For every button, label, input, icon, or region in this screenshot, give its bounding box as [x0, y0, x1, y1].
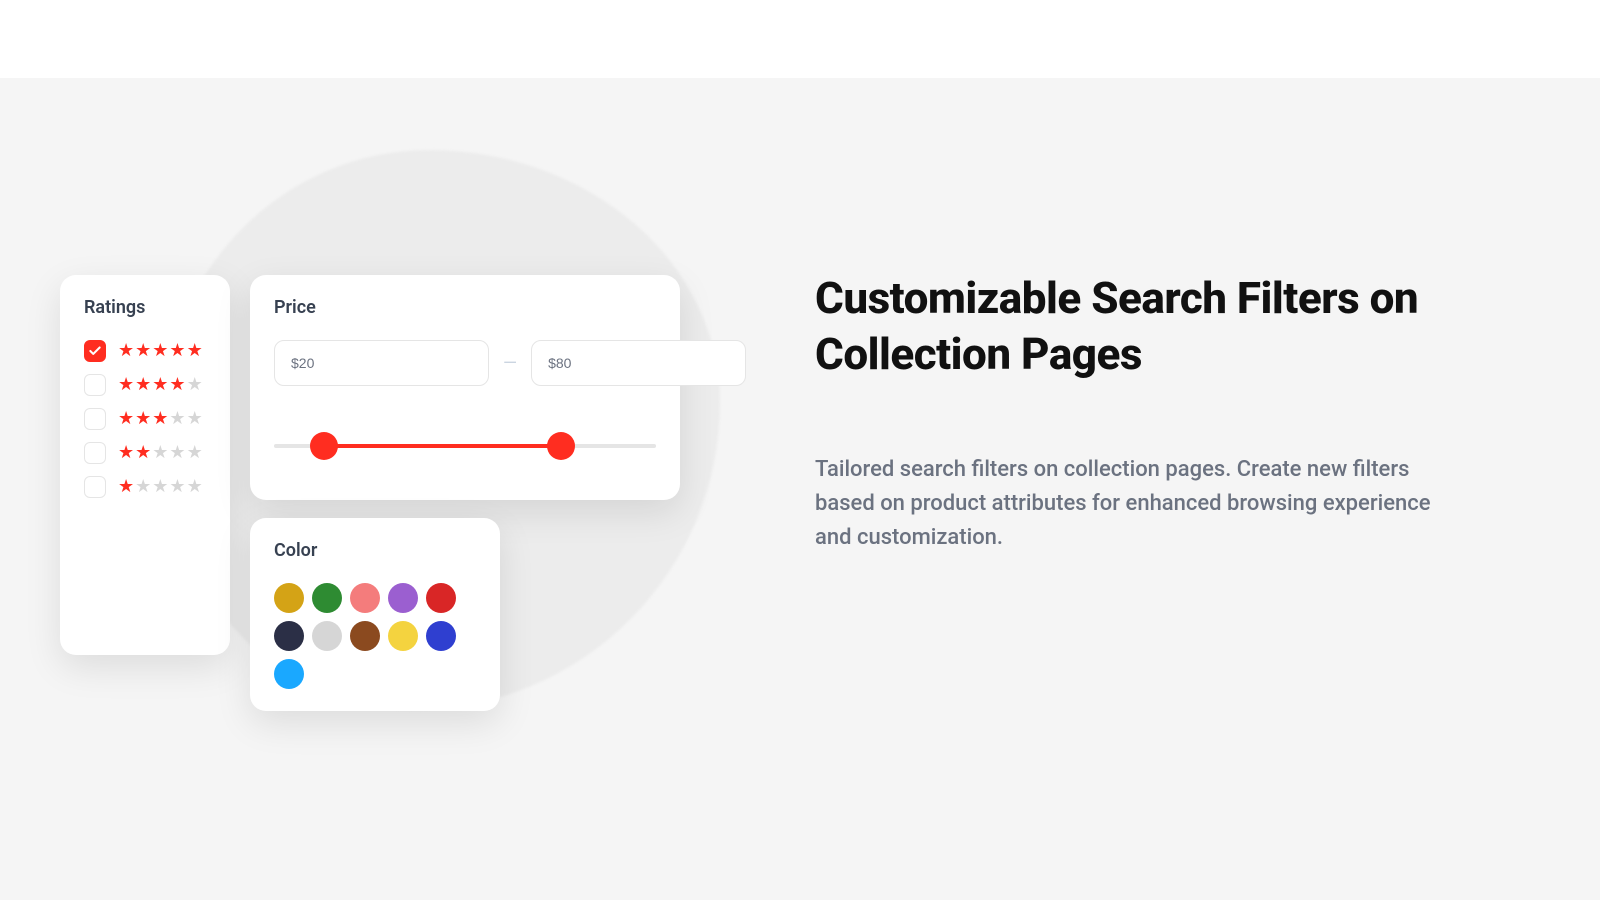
rating-stars: ★★★★★ [118, 376, 203, 394]
color-swatch[interactable] [274, 659, 304, 689]
star-icon: ★ [118, 478, 134, 496]
price-inputs: — [274, 340, 656, 386]
rating-checkbox[interactable] [84, 340, 106, 362]
star-icon: ★ [187, 410, 203, 428]
color-swatch[interactable] [388, 621, 418, 651]
star-icon: ★ [118, 376, 134, 394]
rating-row[interactable]: ★★★★★ [84, 442, 206, 464]
color-title: Color [274, 540, 476, 561]
marketing-copy: Customizable Search Filters on Collectio… [815, 270, 1455, 555]
ratings-card: Ratings ★★★★★★★★★★★★★★★★★★★★★★★★★ [60, 275, 230, 655]
star-icon: ★ [152, 478, 168, 496]
star-icon: ★ [187, 376, 203, 394]
color-card: Color [250, 518, 500, 711]
star-icon: ★ [169, 410, 185, 428]
star-icon: ★ [135, 478, 151, 496]
star-icon: ★ [152, 444, 168, 462]
rating-row[interactable]: ★★★★★ [84, 374, 206, 396]
slider-range [324, 444, 561, 448]
star-icon: ★ [152, 342, 168, 360]
headline: Customizable Search Filters on Collectio… [815, 270, 1455, 383]
star-icon: ★ [169, 444, 185, 462]
rating-stars: ★★★★★ [118, 410, 203, 428]
rating-stars: ★★★★★ [118, 444, 203, 462]
star-icon: ★ [187, 342, 203, 360]
price-slider[interactable] [274, 418, 656, 478]
star-icon: ★ [118, 444, 134, 462]
page: Ratings ★★★★★★★★★★★★★★★★★★★★★★★★★ Price … [0, 0, 1600, 900]
filter-cards-group: Ratings ★★★★★★★★★★★★★★★★★★★★★★★★★ Price … [60, 275, 680, 711]
color-swatch[interactable] [312, 621, 342, 651]
cards-column-left: Ratings ★★★★★★★★★★★★★★★★★★★★★★★★★ [60, 275, 230, 711]
color-swatch[interactable] [312, 583, 342, 613]
rating-row[interactable]: ★★★★★ [84, 340, 206, 362]
star-icon: ★ [135, 410, 151, 428]
rating-checkbox[interactable] [84, 442, 106, 464]
star-icon: ★ [169, 342, 185, 360]
price-max-input[interactable] [531, 340, 746, 386]
ratings-list: ★★★★★★★★★★★★★★★★★★★★★★★★★ [84, 340, 206, 498]
color-swatch[interactable] [426, 621, 456, 651]
price-range-dash: — [503, 353, 517, 374]
subcopy: Tailored search filters on collection pa… [815, 453, 1455, 555]
star-icon: ★ [135, 376, 151, 394]
ratings-title: Ratings [84, 297, 206, 318]
star-icon: ★ [152, 376, 168, 394]
color-swatch[interactable] [274, 583, 304, 613]
color-swatch[interactable] [350, 583, 380, 613]
rating-stars: ★★★★★ [118, 342, 203, 360]
star-icon: ★ [118, 410, 134, 428]
color-swatches [274, 583, 484, 689]
star-icon: ★ [187, 478, 203, 496]
price-title: Price [274, 297, 656, 318]
star-icon: ★ [118, 342, 134, 360]
color-swatch[interactable] [426, 583, 456, 613]
star-icon: ★ [169, 478, 185, 496]
rating-row[interactable]: ★★★★★ [84, 408, 206, 430]
rating-checkbox[interactable] [84, 408, 106, 430]
star-icon: ★ [187, 444, 203, 462]
star-icon: ★ [152, 410, 168, 428]
rating-checkbox[interactable] [84, 374, 106, 396]
star-icon: ★ [135, 342, 151, 360]
star-icon: ★ [135, 444, 151, 462]
color-swatch[interactable] [350, 621, 380, 651]
rating-stars: ★★★★★ [118, 478, 203, 496]
color-swatch[interactable] [388, 583, 418, 613]
slider-thumb-min[interactable] [310, 432, 338, 460]
color-swatch[interactable] [274, 621, 304, 651]
rating-checkbox[interactable] [84, 476, 106, 498]
price-min-input[interactable] [274, 340, 489, 386]
star-icon: ★ [169, 376, 185, 394]
price-card: Price — [250, 275, 680, 500]
rating-row[interactable]: ★★★★★ [84, 476, 206, 498]
cards-column-right: Price — Color [250, 275, 680, 711]
slider-thumb-max[interactable] [547, 432, 575, 460]
